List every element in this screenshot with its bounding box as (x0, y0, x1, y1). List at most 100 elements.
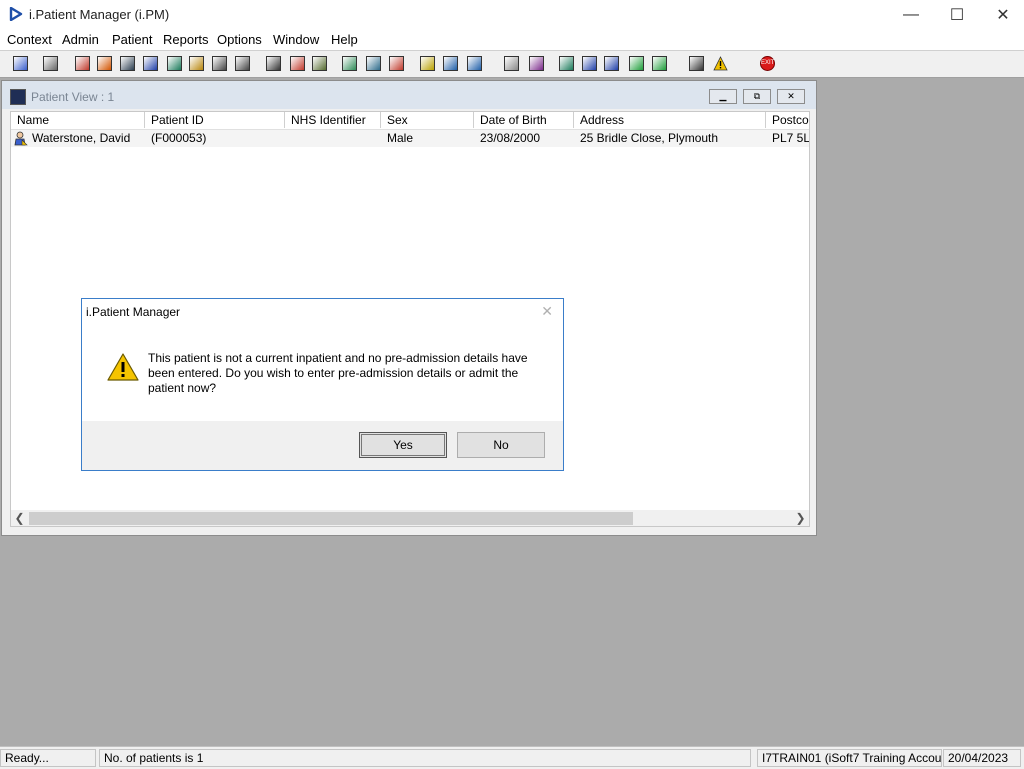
arrows-icon (689, 56, 704, 71)
toolbar-button-chart[interactable] (94, 53, 114, 73)
toolbar-button-bed[interactable] (440, 53, 460, 73)
toolbar-button-monitor[interactable] (309, 53, 329, 73)
status-state: Ready... (0, 749, 96, 767)
toolbar-button-globe[interactable] (556, 53, 576, 73)
barchart-icon (529, 56, 544, 71)
ambulance-icon (212, 56, 227, 71)
toolbar-button-clock[interactable] (287, 53, 307, 73)
child-minimize-button[interactable]: ▁ (709, 89, 737, 104)
note-icon (420, 56, 435, 71)
table-row[interactable]: Waterstone, David (F000053) Male 23/08/2… (11, 130, 810, 147)
status-date: 20/04/2023 (943, 749, 1021, 767)
toolbar-button-printer[interactable] (40, 53, 60, 73)
green-arrow-icon (629, 56, 644, 71)
cell-address: 25 Bridle Close, Plymouth (580, 131, 719, 145)
gauge-icon (389, 56, 404, 71)
search-icon (266, 56, 281, 71)
screen-icon (342, 56, 357, 71)
patient-view-title: Patient View : 1 (31, 90, 115, 104)
camera-icon (235, 56, 250, 71)
column-address[interactable]: Address (574, 112, 766, 128)
dialog-footer: Yes No (82, 421, 563, 470)
toolbar-button-page[interactable] (501, 53, 521, 73)
printer-icon (43, 56, 58, 71)
menu-patient[interactable]: Patient (112, 32, 152, 47)
scroll-thumb[interactable] (29, 512, 633, 525)
list-header: Name Patient ID NHS Identifier Sex Date … (11, 112, 809, 130)
toolbar-button-camera[interactable] (232, 53, 252, 73)
cell-sex: Male (387, 131, 414, 145)
monitor-icon (312, 56, 327, 71)
warning-icon (713, 56, 728, 71)
toolbar-button-person[interactable] (164, 53, 184, 73)
toolbar-button-notepad[interactable] (186, 53, 206, 73)
toolbar-button-form[interactable] (117, 53, 137, 73)
app-logo-icon (9, 7, 23, 21)
toolbar-button-gauge[interactable] (386, 53, 406, 73)
dialog-title: i.Patient Manager (86, 305, 181, 319)
cell-patient-id: (F000053) (151, 131, 207, 145)
toolbar-button-arrows[interactable] (686, 53, 706, 73)
yes-button[interactable]: Yes (359, 432, 447, 458)
column-nhs-identifier[interactable]: NHS Identifier (285, 112, 381, 128)
horizontal-scrollbar[interactable]: ❮ ❯ (11, 510, 809, 526)
book-icon (75, 56, 90, 71)
toolbar-button-patient[interactable] (10, 53, 30, 73)
child-restore-button[interactable]: ⧉ (743, 89, 771, 104)
warning-icon (107, 353, 139, 381)
menu-window[interactable]: Window (273, 32, 319, 47)
menu-help[interactable]: Help (331, 32, 358, 47)
column-postcode[interactable]: Postcode (766, 112, 809, 128)
maximize-icon: ☐ (949, 7, 965, 24)
menu-reports[interactable]: Reports (163, 32, 209, 47)
patient-icon (14, 131, 28, 146)
toolbar-button-m[interactable] (140, 53, 160, 73)
column-patient-id[interactable]: Patient ID (145, 112, 285, 128)
menu-context[interactable]: Context (7, 32, 52, 47)
app-title: i.Patient Manager (i.PM) (29, 7, 170, 22)
dialog-close-icon[interactable]: ✕ (541, 303, 553, 320)
toolbar-button-swap[interactable] (649, 53, 669, 73)
scroll-left-icon[interactable]: ❮ (11, 510, 28, 526)
menu-bar: Context Admin Patient Reports Options Wi… (0, 30, 1024, 51)
form-icon (120, 56, 135, 71)
notepad-icon (189, 56, 204, 71)
toolbar-button-warning[interactable] (710, 53, 730, 73)
cell-date-of-birth: 23/08/2000 (480, 131, 541, 145)
toolbar-button-search[interactable] (263, 53, 283, 73)
toolbar-button-note[interactable] (417, 53, 437, 73)
menu-admin[interactable]: Admin (62, 32, 99, 47)
swap-icon (652, 56, 667, 71)
toolbar-button-barchart[interactable] (526, 53, 546, 73)
close-button[interactable]: ✕ (980, 0, 1024, 30)
toolbar-button-check-list[interactable] (601, 53, 621, 73)
document-icon (366, 56, 381, 71)
check-list-icon (604, 56, 619, 71)
person-icon (167, 56, 182, 71)
column-date-of-birth[interactable]: Date of Birth (474, 112, 574, 128)
minimize-button[interactable]: — (888, 0, 934, 30)
cell-postcode: PL7 5LP (772, 131, 810, 145)
no-button[interactable]: No (457, 432, 545, 458)
status-account: I7TRAIN01 (iSoft7 Training Account) (757, 749, 942, 767)
toolbar-button-transfer[interactable] (464, 53, 484, 73)
status-patient-count: No. of patients is 1 (99, 749, 751, 767)
patient-view-icon (10, 89, 26, 105)
column-sex[interactable]: Sex (381, 112, 474, 128)
transfer-icon (467, 56, 482, 71)
maximize-button[interactable]: ☐ (934, 0, 980, 30)
toolbar-button-exit[interactable]: EXIT (757, 53, 777, 73)
toolbar-button-list[interactable] (579, 53, 599, 73)
toolbar-button-green-arrow[interactable] (626, 53, 646, 73)
scroll-right-icon[interactable]: ❯ (792, 510, 809, 526)
exit-icon: EXIT (760, 56, 775, 71)
toolbar-button-ambulance[interactable] (209, 53, 229, 73)
toolbar-button-book[interactable] (72, 53, 92, 73)
child-close-button[interactable]: ✕ (777, 89, 805, 104)
toolbar-button-screen[interactable] (339, 53, 359, 73)
clock-icon (290, 56, 305, 71)
menu-options[interactable]: Options (217, 32, 262, 47)
column-name[interactable]: Name (11, 112, 145, 128)
globe-icon (559, 56, 574, 71)
toolbar-button-document[interactable] (363, 53, 383, 73)
